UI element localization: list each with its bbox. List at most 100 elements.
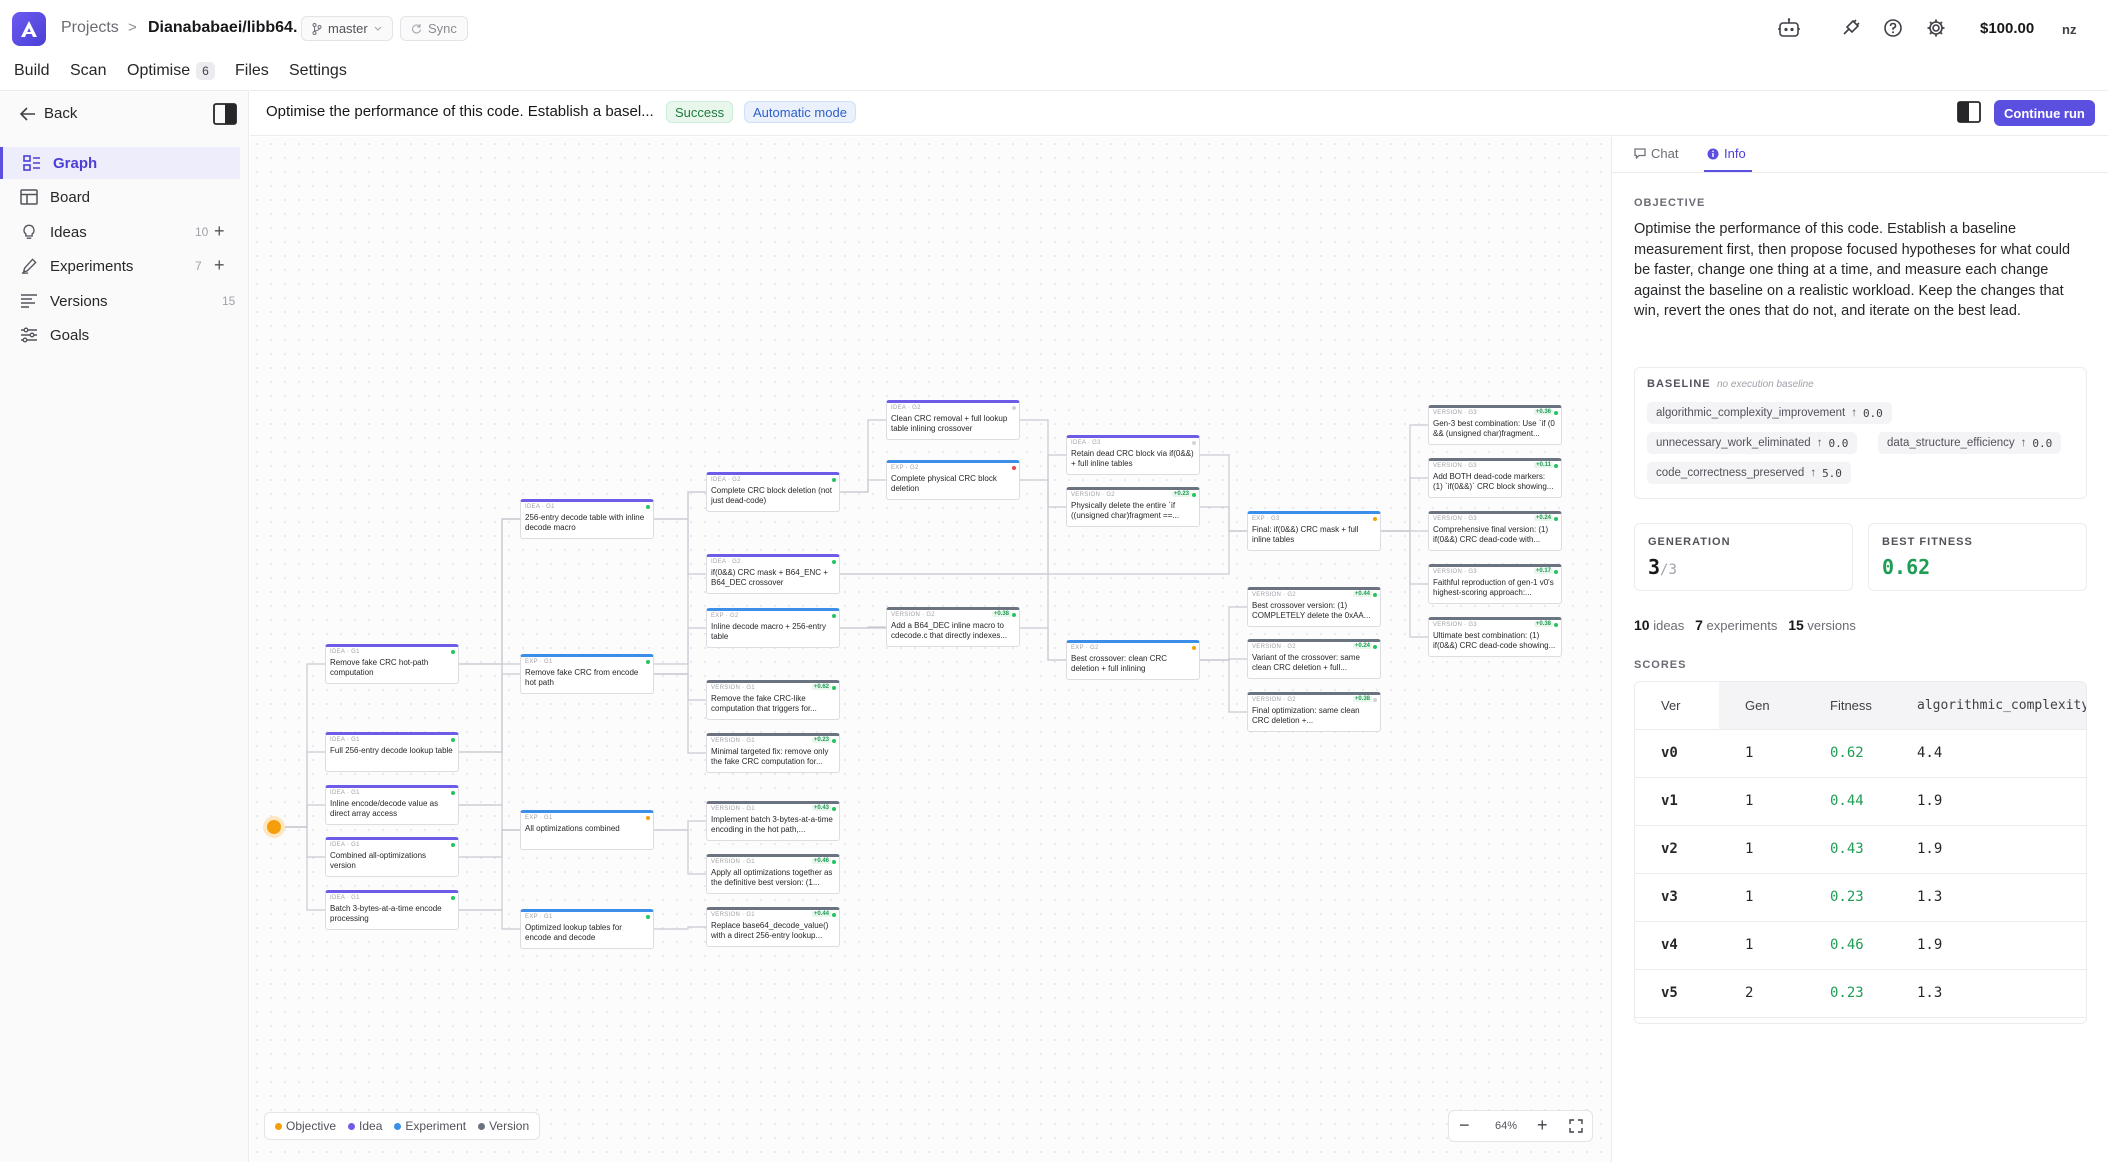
column-header[interactable]: algorithmic_complexity_	[1901, 682, 2086, 730]
nav-settings[interactable]: Settings	[289, 62, 347, 80]
experiment-node[interactable]: EXP · G2 Inline decode macro + 256-entry …	[706, 608, 840, 648]
idea-node[interactable]: IDEA · G1 Remove fake CRC hot-path comput…	[325, 644, 459, 684]
idea-node[interactable]: IDEA · G1 Combined all-optimizations vers…	[325, 837, 459, 877]
tab-chat-label: Chat	[1651, 146, 1679, 161]
branch-selector[interactable]: master	[301, 16, 393, 41]
experiment-node[interactable]: EXP · G2 Best crossover: clean CRC deleti…	[1066, 640, 1200, 680]
app-logo[interactable]	[12, 12, 46, 46]
version-node[interactable]: VERSION · G2 +0.23 Physically delete the e…	[1066, 487, 1200, 527]
version-node[interactable]: VERSION · G3 +0.38 Ultimate best combinati…	[1428, 617, 1562, 657]
node-status-dot	[1373, 593, 1377, 597]
sidebar-item-versions[interactable]: Versions 15	[0, 285, 240, 317]
sidebar-collapse-icon[interactable]	[213, 103, 237, 125]
column-header[interactable]: Fitness	[1806, 682, 1901, 730]
table-row[interactable]: v0 1 0.62 4.4	[1635, 729, 2086, 778]
idea-node[interactable]: IDEA · G2 if(0&&) CRC mask + B64_ENC + B6…	[706, 554, 840, 594]
graph-edge	[281, 826, 325, 911]
help-icon[interactable]	[1880, 15, 1906, 41]
version-node[interactable]: VERSION · G1 +0.43 Implement batch 3-bytes…	[706, 801, 840, 841]
nav-optimise[interactable]: Optimise 6	[127, 62, 215, 80]
credits-balance[interactable]: $100.00	[1980, 20, 2034, 37]
add-experiment-button[interactable]: +	[214, 255, 225, 276]
objective-node[interactable]	[267, 820, 281, 834]
sync-button[interactable]: Sync	[400, 16, 468, 41]
node-text: Comprehensive final version: (1) if(0&&)…	[1433, 525, 1549, 544]
version-node[interactable]: VERSION · G1 +0.44 Replace base64_decode_v…	[706, 907, 840, 947]
node-status-dot	[832, 478, 836, 482]
idea-node[interactable]: IDEA · G2 Complete CRC block deletion (no…	[706, 472, 840, 512]
graph-edge	[281, 826, 325, 858]
version-node[interactable]: VERSION · G3 +0.17 Faithful reproduction o…	[1428, 564, 1562, 604]
column-header[interactable]: Gen	[1719, 682, 1806, 730]
breadcrumb-repo[interactable]: Dianababaei/libb64.	[148, 19, 297, 37]
sidebar-item-graph[interactable]: Graph	[0, 147, 240, 179]
version-node[interactable]: VERSION · G3 +0.24 Comprehensive final ver…	[1428, 511, 1562, 551]
idea-node[interactable]: IDEA · G1 256-entry decode table with inl…	[520, 499, 654, 539]
baseline-metric: data_structure_efficiency ↑ 0.0	[1878, 432, 2062, 454]
version-node[interactable]: VERSION · G1 +0.46 Apply all optimizations…	[706, 854, 840, 894]
scores-table[interactable]: Ver Gen Fitness algorithmic_complexity_ …	[1634, 681, 2087, 1024]
zoom-out-button[interactable]: −	[1459, 1115, 1470, 1136]
version-node[interactable]: VERSION · G3 +0.11 Add BOTH dead-code mark…	[1428, 458, 1562, 498]
idea-node[interactable]: IDEA · G1 Inline encode/decode value as d…	[325, 785, 459, 825]
experiment-node[interactable]: EXP · G1 All optimizations combined	[520, 810, 654, 850]
back-button[interactable]: Back	[20, 105, 77, 122]
sidebar-item-board[interactable]: Board	[0, 181, 240, 213]
breadcrumb-projects[interactable]: Projects	[61, 19, 119, 37]
metric-name: unnecessary_work_eliminated	[1656, 437, 1811, 449]
baseline-metric: unnecessary_work_eliminated ↑ 0.0	[1647, 432, 1858, 454]
sidebar-item-goals[interactable]: Goals	[0, 319, 240, 351]
experiment-node[interactable]: EXP · G2 Complete physical CRC block dele…	[886, 460, 1020, 500]
fit-view-icon[interactable]	[1569, 1119, 1583, 1133]
board-icon	[20, 189, 38, 205]
nav-scan[interactable]: Scan	[70, 62, 106, 80]
table-row[interactable]: v1 1 0.44 1.9	[1635, 777, 2086, 826]
robot-icon[interactable]	[1776, 15, 1802, 41]
version-node[interactable]: VERSION · G1 +0.23 Minimal targeted fix: r…	[706, 733, 840, 773]
idea-node[interactable]: IDEA · G2 Clean CRC removal + full lookup…	[886, 400, 1020, 440]
version-node[interactable]: VERSION · G2 +0.38 Final optimization: sam…	[1247, 692, 1381, 732]
table-row[interactable]: v5 2 0.23 1.3	[1635, 969, 2086, 1018]
generation-label: GENERATION	[1648, 536, 1731, 548]
idea-node[interactable]: IDEA · G1 Batch 3-bytes-at-a-time encode …	[325, 890, 459, 930]
gear-icon[interactable]	[1923, 15, 1949, 41]
table-row[interactable]: v4 1 0.46 1.9	[1635, 921, 2086, 970]
sidebar-item-ideas[interactable]: Ideas 10 +	[0, 216, 240, 248]
table-row[interactable]: v3 1 0.23 1.3	[1635, 873, 2086, 922]
add-idea-button[interactable]: +	[214, 221, 225, 242]
metric-arrow: ↑	[1851, 407, 1857, 419]
zoom-controls: − 64% +	[1448, 1110, 1593, 1142]
version-node[interactable]: VERSION · G1 +0.62 Remove the fake CRC-lik…	[706, 680, 840, 720]
version-node[interactable]: VERSION · G2 +0.24 Variant of the crossove…	[1247, 639, 1381, 679]
plug-icon[interactable]	[1838, 15, 1864, 41]
table-row[interactable]: v2 1 0.43 1.9	[1635, 825, 2086, 874]
version-node[interactable]: VERSION · G2 +0.44 Best crossover version:…	[1247, 587, 1381, 627]
zoom-in-button[interactable]: +	[1537, 1115, 1548, 1136]
node-kind: IDEA · G1	[525, 504, 555, 510]
tab-info[interactable]: Info	[1707, 146, 1746, 161]
experiment-node[interactable]: EXP · G3 Final: if(0&&) CRC mask + full i…	[1247, 511, 1381, 551]
node-text: Full 256-entry decode lookup table	[330, 746, 453, 755]
node-kind: IDEA · G3	[1071, 440, 1101, 446]
node-status-dot	[646, 915, 650, 919]
experiment-node[interactable]: EXP · G1 Remove fake CRC from encode hot …	[520, 654, 654, 694]
continue-run-button[interactable]: Continue run	[1994, 100, 2095, 126]
nav-files[interactable]: Files	[235, 62, 269, 80]
avatar[interactable]: nz	[2062, 22, 2076, 37]
cell-gen: 1	[1719, 729, 1806, 778]
tab-info-label: Info	[1724, 146, 1746, 161]
legend-experiment: Experiment	[394, 1119, 466, 1133]
column-header[interactable]: Ver	[1635, 682, 1719, 730]
graph-canvas[interactable]: IDEA · G1 Remove fake CRC hot-path comput…	[250, 137, 1611, 1162]
idea-node[interactable]: IDEA · G1 Full 256-entry decode lookup ta…	[325, 732, 459, 772]
experiment-node[interactable]: EXP · G1 Optimized lookup tables for enco…	[520, 909, 654, 949]
nav-build[interactable]: Build	[14, 62, 50, 80]
version-node[interactable]: VERSION · G2 +0.38 Add a B64_DEC inline ma…	[886, 607, 1020, 647]
panel-toggle-icon[interactable]	[1957, 101, 1981, 123]
sidebar-item-experiments[interactable]: Experiments 7 +	[0, 250, 240, 282]
version-node[interactable]: VERSION · G3 +0.36 Gen-3 best combination:…	[1428, 405, 1562, 445]
cell-ver: v4	[1635, 921, 1719, 970]
tab-chat[interactable]: Chat	[1634, 146, 1678, 161]
graph-edge	[1200, 454, 1247, 532]
idea-node[interactable]: IDEA · G3 Retain dead CRC block via if(0&…	[1066, 435, 1200, 475]
